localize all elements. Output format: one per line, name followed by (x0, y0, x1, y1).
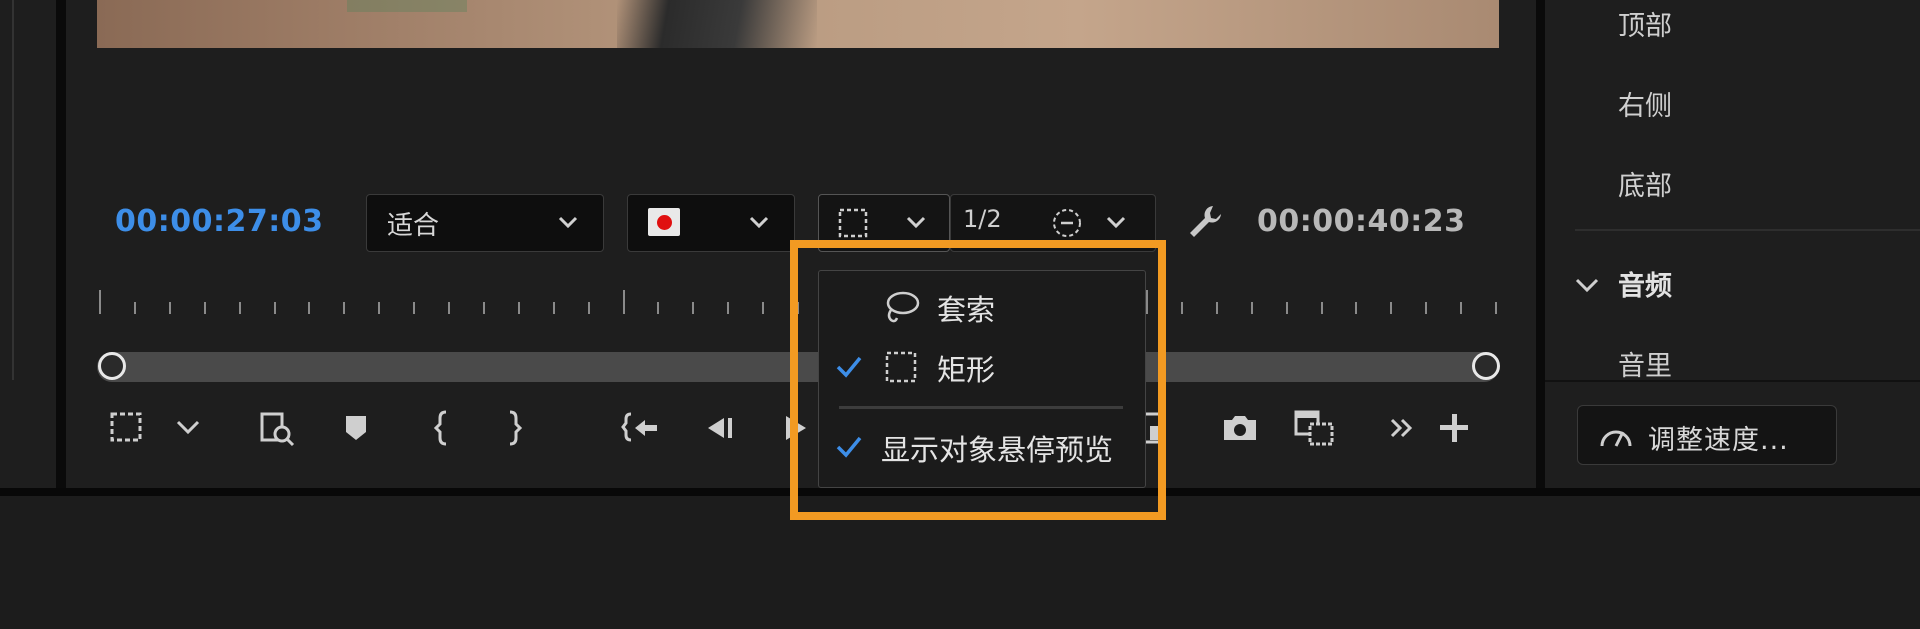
ruler-tick (762, 302, 765, 314)
ruler-tick (203, 302, 206, 314)
property-volume[interactable]: 音里 (1618, 344, 1672, 383)
zoom-select-value: 适合 (387, 211, 440, 241)
section-audio[interactable]: 音频 (1618, 264, 1672, 303)
chevron-down-icon[interactable] (1572, 270, 1602, 300)
ruler-tick (517, 302, 520, 314)
ruler-tick (1390, 302, 1393, 314)
more-controls-icon[interactable] (1380, 406, 1428, 450)
panel-divider[interactable] (1536, 0, 1545, 488)
ruler-tick (1425, 302, 1428, 314)
ruler-tick (308, 302, 311, 314)
ruler-tick (413, 302, 416, 314)
divider (1575, 229, 1920, 231)
ruler-tick (168, 302, 171, 314)
ruler-tick (1460, 302, 1463, 314)
go-to-in-icon[interactable] (617, 406, 665, 450)
ruler-tick (133, 302, 136, 314)
scroll-handle-left[interactable] (98, 352, 126, 380)
comparison-view-icon[interactable] (1292, 406, 1340, 450)
ruler-tick (727, 302, 730, 314)
mark-out-icon[interactable] (490, 406, 538, 450)
ruler-tick (378, 302, 381, 314)
wrench-icon[interactable] (1185, 202, 1225, 242)
ruler-tick (1285, 302, 1288, 314)
record-select[interactable] (627, 194, 795, 252)
adjust-speed-label: 调整速度... (1648, 425, 1789, 456)
step-back-icon[interactable] (698, 406, 746, 450)
panel-divider[interactable] (56, 0, 66, 488)
chevron-down-icon (749, 216, 769, 229)
chevron-down-icon (1106, 216, 1126, 229)
ruler-tick (622, 290, 625, 314)
ruler-tick (448, 302, 450, 314)
chevron-down-icon[interactable] (168, 406, 216, 450)
ruler-tick (1355, 302, 1358, 314)
ruler-tick (657, 302, 660, 314)
current-timecode[interactable]: 00:00:27:03 (115, 204, 323, 239)
highlight-box (790, 240, 1166, 520)
rectangle-select-icon (838, 208, 868, 238)
ruler-tick (343, 302, 346, 314)
property-right[interactable]: 右侧 (1618, 84, 1672, 123)
mark-in-icon[interactable] (420, 406, 468, 450)
ruler-tick (1495, 302, 1497, 314)
add-button-icon[interactable] (1430, 406, 1478, 450)
record-icon (648, 208, 680, 236)
marker-icon[interactable] (332, 406, 380, 450)
property-top[interactable]: 顶部 (1618, 4, 1672, 43)
property-bottom[interactable]: 底部 (1618, 164, 1672, 203)
ruler-tick (482, 302, 485, 314)
ruler-tick (238, 302, 241, 314)
video-preview (97, 0, 1499, 48)
ruler-tick (273, 302, 276, 314)
ruler-tick (99, 290, 101, 314)
minus-circle-icon (1053, 209, 1081, 237)
speedometer-icon (1600, 430, 1632, 447)
ruler-tick (552, 302, 555, 314)
scroll-handle-right[interactable] (1472, 352, 1500, 380)
zoom-select[interactable]: 适合 (366, 194, 604, 252)
ruler-tick (587, 302, 590, 314)
duration-timecode: 00:00:40:23 (1257, 204, 1466, 239)
camera-icon[interactable] (1216, 406, 1264, 450)
zoom-to-fit-icon[interactable] (252, 406, 300, 450)
adjust-speed-button[interactable]: 调整速度... (1577, 405, 1837, 465)
project-panel (0, 0, 56, 488)
ruler-tick (1250, 302, 1253, 314)
ruler-tick (1320, 302, 1323, 314)
ruler-tick (1215, 302, 1218, 314)
ruler-tick (1180, 302, 1183, 314)
rectangle-select-icon[interactable] (104, 406, 152, 450)
resolution-value: 1/2 (963, 205, 1002, 233)
chevron-down-icon (906, 216, 926, 229)
ruler-tick (692, 302, 695, 314)
divider (1545, 380, 1920, 382)
chevron-down-icon (558, 216, 578, 229)
